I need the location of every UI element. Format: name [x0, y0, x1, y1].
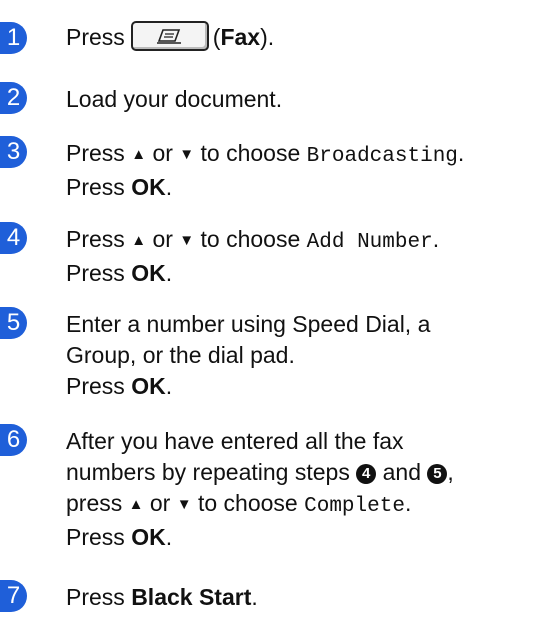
- down-arrow-icon: ▼: [179, 146, 195, 163]
- step-number: 1: [0, 22, 27, 54]
- step-text: Enter a number using Speed Dial, a Group…: [66, 311, 431, 399]
- fax-label: Fax: [220, 24, 261, 50]
- step-ref-4: 4: [356, 464, 377, 484]
- black-start-key: Black Start: [131, 584, 252, 610]
- step-number: 7: [0, 580, 27, 612]
- down-arrow-icon: ▼: [176, 496, 192, 513]
- step-number: 2: [0, 82, 27, 114]
- fax-key-icon: [130, 20, 209, 51]
- step-ref-5: 5: [427, 464, 448, 484]
- down-arrow-icon: ▼: [179, 232, 195, 249]
- menu-option: Add Number: [306, 231, 433, 254]
- step-text: Press ▲ or ▼ to choose Add Number. Press…: [66, 226, 440, 286]
- step-number: 3: [0, 136, 27, 168]
- step-text: Press Black Start.: [66, 584, 258, 610]
- ok-key: OK: [131, 373, 166, 399]
- step-number: 4: [0, 222, 27, 254]
- step-text: After you have entered all the fax numbe…: [66, 428, 454, 550]
- step-text: Press (Fax).: [66, 20, 274, 53]
- up-arrow-icon: ▲: [128, 496, 144, 513]
- up-arrow-icon: ▲: [131, 146, 147, 163]
- menu-option: Complete: [304, 495, 405, 518]
- step-number: 5: [0, 307, 27, 339]
- ok-key: OK: [131, 260, 166, 286]
- ok-key: OK: [131, 524, 166, 550]
- step-text: Load your document.: [66, 86, 283, 112]
- step-text: Press ▲ or ▼ to choose Broadcasting. Pre…: [66, 140, 465, 200]
- menu-option: Broadcasting: [306, 145, 458, 168]
- step-number: 6: [0, 424, 27, 456]
- ok-key: OK: [131, 174, 166, 200]
- up-arrow-icon: ▲: [131, 232, 147, 249]
